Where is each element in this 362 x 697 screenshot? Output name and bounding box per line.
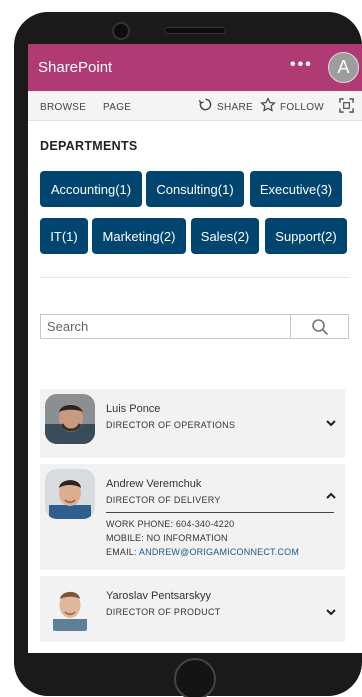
mobile-phone: MOBILE: NO INFORMATION: [106, 533, 228, 543]
focus-mode-icon[interactable]: [339, 98, 354, 113]
tab-page[interactable]: PAGE: [103, 102, 131, 113]
person-card-expanded[interactable]: Andrew Veremchuk DIRECTOR OF DELIVERY WO…: [40, 464, 345, 570]
star-icon[interactable]: [260, 97, 276, 113]
search-icon: [312, 319, 329, 336]
person-title: DIRECTOR OF OPERATIONS: [106, 420, 236, 430]
email-link[interactable]: ANDREW@ORIGAMICONNECT.COM: [139, 547, 299, 557]
detail-separator: [106, 512, 334, 513]
chevron-down-icon[interactable]: [325, 417, 337, 429]
person-card[interactable]: Yaroslav Pentsarskyy DIRECTOR OF PRODUCT: [40, 576, 345, 642]
person-title: DIRECTOR OF DELIVERY: [106, 495, 221, 505]
more-options-icon[interactable]: •••: [290, 56, 313, 74]
person-name: Andrew Veremchuk: [106, 478, 202, 490]
section-divider: [40, 277, 350, 278]
phone-screen: SharePoint ••• A BROWSE PAGE SHARE FOLLO…: [28, 44, 362, 653]
search-input[interactable]: Search: [40, 314, 290, 339]
email-row: EMAIL: ANDREW@ORIGAMICONNECT.COM: [106, 547, 299, 557]
person-name: Yaroslav Pentsarskyy: [106, 590, 211, 602]
person-photo: [45, 394, 95, 444]
user-avatar[interactable]: A: [328, 52, 359, 83]
department-executive-button[interactable]: Executive(3): [250, 171, 342, 207]
department-accounting-button[interactable]: Accounting(1): [40, 171, 142, 207]
app-title[interactable]: SharePoint: [38, 59, 112, 76]
suite-bar: SharePoint ••• A: [28, 44, 362, 91]
person-photo: [45, 469, 95, 519]
tab-browse[interactable]: BROWSE: [40, 102, 86, 113]
ribbon-bar: BROWSE PAGE SHARE FOLLOW: [28, 91, 362, 121]
person-photo: [45, 581, 95, 631]
chevron-down-icon[interactable]: [325, 606, 337, 618]
email-label: EMAIL:: [106, 547, 139, 557]
share-icon[interactable]: [198, 97, 213, 112]
person-title: DIRECTOR OF PRODUCT: [106, 607, 221, 617]
department-sales-button[interactable]: Sales(2): [191, 218, 259, 254]
speaker-grille: [164, 27, 226, 34]
department-it-button[interactable]: IT(1): [40, 218, 88, 254]
camera-icon: [112, 22, 130, 40]
work-phone: WORK PHONE: 604-340-4220: [106, 519, 235, 529]
share-button[interactable]: SHARE: [217, 102, 253, 113]
department-consulting-button[interactable]: Consulting(1): [146, 171, 244, 207]
department-support-button[interactable]: Support(2): [265, 218, 347, 254]
department-marketing-button[interactable]: Marketing(2): [92, 218, 186, 254]
person-card[interactable]: Luis Ponce DIRECTOR OF OPERATIONS: [40, 389, 345, 458]
phone-top-bezel: [14, 12, 362, 46]
person-name: Luis Ponce: [106, 403, 161, 415]
avatar-initial: A: [337, 57, 350, 77]
chevron-up-icon[interactable]: [325, 490, 337, 502]
home-button[interactable]: [174, 658, 216, 697]
search-button[interactable]: [290, 314, 349, 339]
follow-button[interactable]: FOLLOW: [280, 102, 324, 113]
departments-heading: DEPARTMENTS: [40, 139, 138, 153]
